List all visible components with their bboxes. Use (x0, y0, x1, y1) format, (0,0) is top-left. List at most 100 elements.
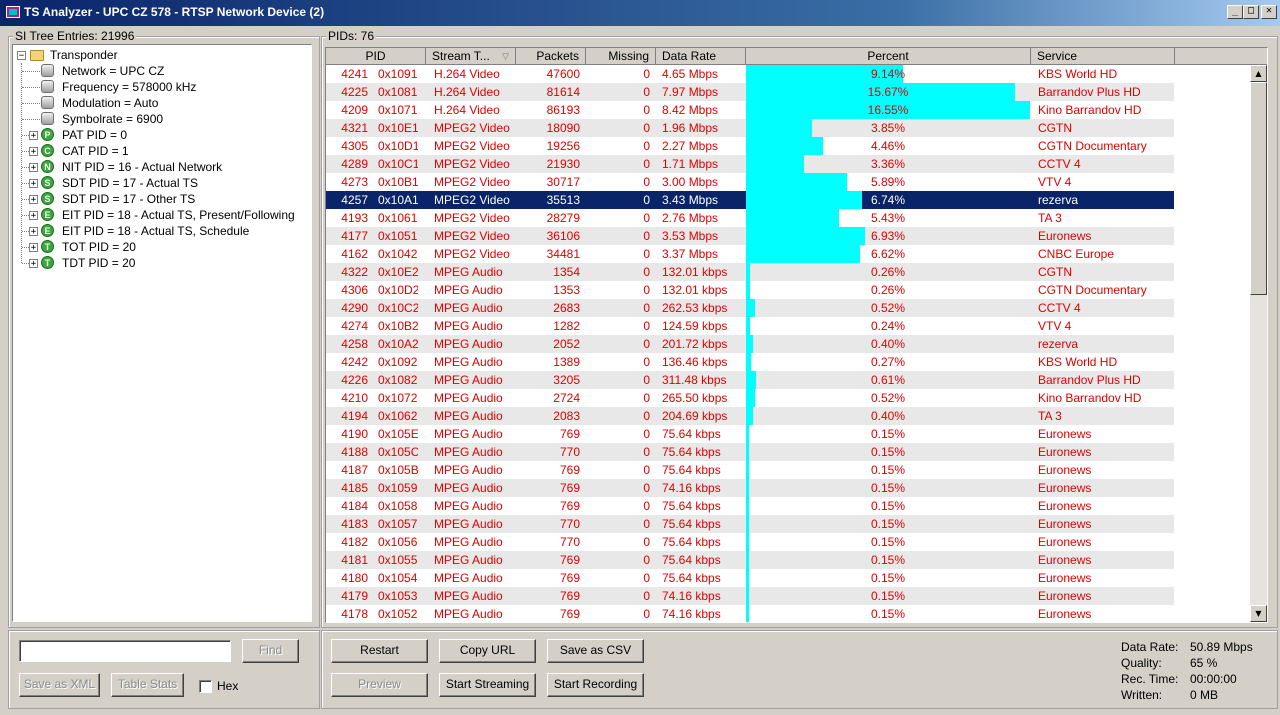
table-row[interactable]: 4193 0x1061 MPEG2 Video 28279 0 2.76 Mbps 5.43… (326, 209, 1174, 227)
pid-cell: 4185 (341, 481, 368, 495)
column-header-data-rate[interactable]: Data Rate (656, 48, 746, 65)
tree-item-transponder[interactable]: − Transponder (13, 47, 303, 63)
tree-item-table[interactable]: + C CAT PID = 1 (13, 143, 303, 159)
table-row[interactable]: 4321 0x10E1 MPEG2 Video 18090 0 1.96 Mbps 3.85… (326, 119, 1174, 137)
stream-type-cell: MPEG Audio (434, 283, 503, 297)
pid-cell: 4178 (341, 607, 368, 621)
minimize-button[interactable]: _ (1227, 5, 1243, 19)
table-row[interactable]: 4242 0x1092 MPEG Audio 1389 0 136.46 kbps 0.27… (326, 353, 1174, 371)
table-row[interactable]: 4226 0x1082 MPEG Audio 3205 0 311.48 kbps 0.61… (326, 371, 1174, 389)
search-input[interactable] (19, 640, 231, 662)
expand-icon[interactable]: + (29, 227, 38, 237)
table-row[interactable]: 4290 0x10C2 MPEG Audio 2683 0 262.53 kbps 0.52… (326, 299, 1174, 317)
column-header-service[interactable]: Service (1031, 48, 1175, 65)
restart-button[interactable]: Restart (331, 639, 428, 663)
tree-item-table[interactable]: + T TDT PID = 20 (13, 255, 303, 271)
percent-cell: 4.46% (746, 137, 1030, 155)
scroll-up-icon[interactable]: ▲ (1250, 65, 1267, 82)
table-row[interactable]: 4273 0x10B1 MPEG2 Video 30717 0 3.00 Mbps 5.89… (326, 173, 1174, 191)
pid-cell: 4209 (341, 103, 368, 117)
pid-table: PID Stream T... ▽ Packets Missing Data Ra… (325, 47, 1268, 623)
column-header-stream-type[interactable]: Stream T... ▽ (426, 48, 516, 65)
start-streaming-button[interactable]: Start Streaming (439, 673, 536, 697)
table-row[interactable]: 4209 0x1071 H.264 Video 86193 0 8.42 Mbps 16.5… (326, 101, 1174, 119)
tree-item-label: TOT PID = 20 (62, 240, 136, 254)
si-tree[interactable]: − Transponder Network = UPC CZ Frequency = … (12, 44, 312, 622)
expand-icon[interactable]: + (29, 243, 38, 253)
preview-button[interactable]: Preview (331, 673, 428, 697)
table-row[interactable]: 4184 0x1058 MPEG Audio 769 0 75.64 kbps 0.15% E… (326, 497, 1174, 515)
table-row[interactable]: 4177 0x1051 MPEG2 Video 36106 0 3.53 Mbps 6.93… (326, 227, 1174, 245)
missing-cell: 0 (643, 157, 650, 171)
tree-item-property[interactable]: Frequency = 578000 kHz (13, 79, 303, 95)
expand-icon[interactable]: + (29, 131, 38, 141)
hex-checkbox[interactable] (199, 680, 212, 693)
tree-item-table[interactable]: + E EIT PID = 18 - Actual TS, Present/Foll… (13, 207, 303, 223)
expand-icon[interactable]: + (29, 195, 38, 205)
expand-icon[interactable]: + (29, 179, 38, 189)
close-button[interactable]: ✕ (1261, 5, 1277, 19)
tree-item-table[interactable]: + S SDT PID = 17 - Actual TS (13, 175, 303, 191)
column-header-percent[interactable]: Percent (746, 48, 1031, 65)
collapse-icon[interactable]: − (17, 51, 26, 61)
column-header-packets[interactable]: Packets (516, 48, 586, 65)
table-row[interactable]: 4179 0x1053 MPEG Audio 769 0 74.16 kbps 0.15% E… (326, 587, 1174, 605)
table-row[interactable]: 4182 0x1056 MPEG Audio 770 0 75.64 kbps 0.15% E… (326, 533, 1174, 551)
tree-item-table[interactable]: + T TOT PID = 20 (13, 239, 303, 255)
table-row[interactable]: 4305 0x10D1 MPEG2 Video 19256 0 2.27 Mbps 4.46… (326, 137, 1174, 155)
table-row[interactable]: 4190 0x105E MPEG Audio 769 0 75.64 kbps 0.15% E… (326, 425, 1174, 443)
packets-cell: 36106 (546, 229, 580, 243)
table-row[interactable]: 4274 0x10B2 MPEG Audio 1282 0 124.59 kbps 0.24… (326, 317, 1174, 335)
expand-icon[interactable]: + (29, 163, 38, 173)
table-row[interactable]: 4210 0x1072 MPEG Audio 2724 0 265.50 kbps 0.52… (326, 389, 1174, 407)
table-row[interactable]: 4183 0x1057 MPEG Audio 770 0 75.64 kbps 0.15% E… (326, 515, 1174, 533)
expand-icon[interactable]: + (29, 211, 38, 221)
table-row[interactable]: 4178 0x1052 MPEG Audio 769 0 74.16 kbps 0.15% E… (326, 605, 1174, 622)
table-row[interactable]: 4180 0x1054 MPEG Audio 769 0 75.64 kbps 0.15% E… (326, 569, 1174, 587)
save-as-xml-button[interactable]: Save as XML (19, 673, 100, 697)
tree-item-property[interactable]: Modulation = Auto (13, 95, 303, 111)
tree-item-table[interactable]: + S SDT PID = 17 - Other TS (13, 191, 303, 207)
table-row[interactable]: 4241 0x1091 H.264 Video 47600 0 4.65 Mbps 9.14… (326, 65, 1174, 83)
column-header-pid[interactable]: PID (326, 48, 426, 65)
table-row[interactable]: 4257 0x10A1 MPEG2 Video 35513 0 3.43 Mbps 6.74… (326, 191, 1174, 209)
start-recording-button[interactable]: Start Recording (547, 673, 644, 697)
tree-item-property[interactable]: Network = UPC CZ (13, 63, 303, 79)
table-row[interactable]: 4322 0x10E2 MPEG Audio 1354 0 132.01 kbps 0.26… (326, 263, 1174, 281)
maximize-button[interactable]: □ (1243, 5, 1259, 19)
pid-hex-cell: 0x10D1 (378, 139, 418, 153)
packets-cell: 2083 (553, 409, 580, 423)
tree-item-table[interactable]: + P PAT PID = 0 (13, 127, 303, 143)
column-header-missing[interactable]: Missing (586, 48, 656, 65)
table-row[interactable]: 4289 0x10C1 MPEG2 Video 21930 0 1.71 Mbps 3.36… (326, 155, 1174, 173)
tree-item-property[interactable]: Symbolrate = 6900 (13, 111, 303, 127)
table-row[interactable]: 4225 0x1081 H.264 Video 81614 0 7.97 Mbps 15.6… (326, 83, 1174, 101)
table-row[interactable]: 4162 0x1042 MPEG2 Video 34481 0 3.37 Mbps 6.62… (326, 245, 1174, 263)
copy-url-button[interactable]: Copy URL (439, 639, 536, 663)
table-row[interactable]: 4306 0x10D2 MPEG Audio 1353 0 132.01 kbps 0.26… (326, 281, 1174, 299)
save-as-csv-button[interactable]: Save as CSV (547, 639, 644, 663)
service-cell: CGTN (1038, 121, 1072, 135)
data-rate-cell: 75.64 kbps (662, 427, 721, 441)
tree-item-table[interactable]: + E EIT PID = 18 - Actual TS, Schedule (13, 223, 303, 239)
scroll-thumb[interactable] (1250, 82, 1267, 295)
data-rate-cell: 7.97 Mbps (662, 85, 719, 99)
vertical-scrollbar[interactable]: ▲ ▼ (1250, 65, 1267, 622)
table-row[interactable]: 4188 0x105C MPEG Audio 770 0 75.64 kbps 0.15% E… (326, 443, 1174, 461)
missing-cell: 0 (643, 589, 650, 603)
table-row[interactable]: 4181 0x1055 MPEG Audio 769 0 75.64 kbps 0.15% E… (326, 551, 1174, 569)
table-stats-button[interactable]: Table Stats (111, 673, 184, 697)
pid-hex-cell: 0x10B1 (378, 175, 418, 189)
expand-icon[interactable]: + (29, 147, 38, 157)
packets-cell: 769 (559, 571, 580, 585)
packets-cell: 21930 (546, 157, 580, 171)
tree-item-table[interactable]: + N NIT PID = 16 - Actual Network (13, 159, 303, 175)
data-rate-cell: 8.42 Mbps (662, 103, 719, 117)
table-row[interactable]: 4194 0x1062 MPEG Audio 2083 0 204.69 kbps 0.40… (326, 407, 1174, 425)
find-button[interactable]: Find (242, 639, 299, 663)
table-row[interactable]: 4258 0x10A2 MPEG Audio 2052 0 201.72 kbps 0.40… (326, 335, 1174, 353)
table-row[interactable]: 4187 0x105B MPEG Audio 769 0 75.64 kbps 0.15% E… (326, 461, 1174, 479)
scroll-down-icon[interactable]: ▼ (1250, 605, 1267, 622)
expand-icon[interactable]: + (29, 259, 38, 269)
table-row[interactable]: 4185 0x1059 MPEG Audio 769 0 74.16 kbps 0.15% E… (326, 479, 1174, 497)
